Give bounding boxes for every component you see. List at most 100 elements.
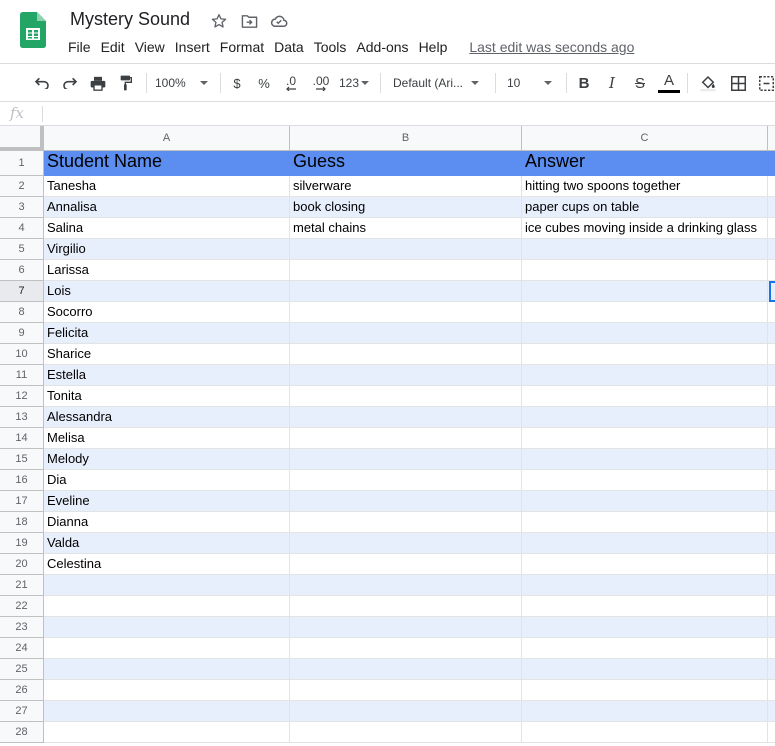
font-size-select[interactable]: 10 xyxy=(507,64,559,102)
grid-cell[interactable] xyxy=(44,659,290,680)
last-edit-link[interactable]: Last edit was seconds ago xyxy=(469,38,634,56)
grid-cell[interactable] xyxy=(768,617,775,638)
row-number[interactable]: 22 xyxy=(0,596,44,617)
grid-cell[interactable] xyxy=(522,680,768,701)
grid-cell[interactable]: Lois xyxy=(44,281,290,302)
print-icon[interactable] xyxy=(86,64,110,102)
formula-bar[interactable]: fx xyxy=(0,102,775,126)
row-number[interactable]: 21 xyxy=(0,575,44,596)
grid-cell[interactable]: Virgilio xyxy=(44,239,290,260)
grid-cell[interactable] xyxy=(290,617,522,638)
row-number[interactable]: 24 xyxy=(0,638,44,659)
grid-cell[interactable]: metal chains xyxy=(290,218,522,239)
row-number[interactable]: 27 xyxy=(0,701,44,722)
grid-cell[interactable] xyxy=(522,239,768,260)
grid-cell[interactable]: Valda xyxy=(44,533,290,554)
grid-cell[interactable] xyxy=(768,176,775,197)
grid-cell[interactable] xyxy=(768,659,775,680)
grid-cell[interactable] xyxy=(768,533,775,554)
grid-cell[interactable] xyxy=(522,365,768,386)
grid-cell[interactable] xyxy=(768,428,775,449)
menu-edit[interactable]: Edit xyxy=(101,38,133,56)
star-icon[interactable] xyxy=(209,11,229,31)
grid-cell[interactable] xyxy=(768,197,775,218)
grid-cell[interactable] xyxy=(44,680,290,701)
grid-cell[interactable] xyxy=(290,554,522,575)
redo-icon[interactable] xyxy=(58,64,82,102)
grid-cell[interactable]: Alessandra xyxy=(44,407,290,428)
grid-cell[interactable] xyxy=(44,575,290,596)
sheets-logo-icon[interactable] xyxy=(20,12,46,48)
grid-cell[interactable] xyxy=(290,386,522,407)
header-cell[interactable]: Answer xyxy=(522,151,768,176)
grid-cell[interactable] xyxy=(290,722,522,743)
grid-cell[interactable] xyxy=(768,701,775,722)
grid-cell[interactable] xyxy=(768,323,775,344)
row-number[interactable]: 1 xyxy=(0,151,44,176)
move-folder-icon[interactable] xyxy=(239,11,259,31)
row-number[interactable]: 4 xyxy=(0,218,44,239)
row-number[interactable]: 18 xyxy=(0,512,44,533)
grid-cell[interactable]: Estella xyxy=(44,365,290,386)
grid-cell[interactable] xyxy=(290,260,522,281)
menu-file[interactable]: File xyxy=(68,38,99,56)
zoom-select[interactable]: 100% xyxy=(155,64,213,102)
row-number[interactable]: 15 xyxy=(0,449,44,470)
grid-cell[interactable]: Larissa xyxy=(44,260,290,281)
grid-cell[interactable] xyxy=(44,638,290,659)
grid-cell[interactable] xyxy=(768,554,775,575)
grid-cell[interactable]: Dia xyxy=(44,470,290,491)
grid-cell[interactable] xyxy=(768,575,775,596)
grid-cell[interactable]: Eveline xyxy=(44,491,290,512)
row-number[interactable]: 12 xyxy=(0,386,44,407)
grid-cell[interactable] xyxy=(290,323,522,344)
row-number[interactable]: 14 xyxy=(0,428,44,449)
grid-cell[interactable] xyxy=(522,638,768,659)
grid-cell[interactable] xyxy=(290,449,522,470)
grid-cell[interactable] xyxy=(290,428,522,449)
grid-cell[interactable] xyxy=(522,575,768,596)
grid-cell[interactable]: Dianna xyxy=(44,512,290,533)
select-all-corner[interactable] xyxy=(0,126,44,151)
grid-cell[interactable] xyxy=(522,428,768,449)
grid-cell[interactable] xyxy=(522,449,768,470)
grid-cell[interactable]: Salina xyxy=(44,218,290,239)
row-number[interactable]: 8 xyxy=(0,302,44,323)
more-formats-button[interactable]: 123 xyxy=(338,64,370,102)
menu-insert[interactable]: Insert xyxy=(175,38,218,56)
grid-cell[interactable] xyxy=(290,470,522,491)
grid-cell[interactable]: hitting two spoons together xyxy=(522,176,768,197)
grid-cell[interactable] xyxy=(768,722,775,743)
borders-icon[interactable] xyxy=(728,64,748,102)
undo-icon[interactable] xyxy=(30,64,54,102)
grid-cell[interactable] xyxy=(290,659,522,680)
spreadsheet-grid[interactable]: A B C 1 Student Name Guess Answer 2 Tanesha si… xyxy=(0,126,775,746)
grid-cell[interactable] xyxy=(290,302,522,323)
grid-cell[interactable] xyxy=(522,512,768,533)
italic-button[interactable]: I xyxy=(602,64,622,102)
grid-cell[interactable]: Felicita xyxy=(44,323,290,344)
grid-cell[interactable] xyxy=(290,281,522,302)
paint-format-icon[interactable] xyxy=(114,64,138,102)
row-number[interactable]: 9 xyxy=(0,323,44,344)
decrease-decimals-button[interactable]: .0 xyxy=(280,64,302,102)
grid-cell[interactable] xyxy=(290,701,522,722)
grid-cell[interactable] xyxy=(290,344,522,365)
grid-cell[interactable]: ice cubes moving inside a drinking glass xyxy=(522,218,768,239)
grid-cell[interactable] xyxy=(768,386,775,407)
row-number[interactable]: 11 xyxy=(0,365,44,386)
menu-data[interactable]: Data xyxy=(274,38,312,56)
grid-cell[interactable] xyxy=(290,680,522,701)
row-number[interactable]: 13 xyxy=(0,407,44,428)
grid-cell[interactable]: Melody xyxy=(44,449,290,470)
menu-view[interactable]: View xyxy=(135,38,173,56)
row-number[interactable]: 17 xyxy=(0,491,44,512)
row-number[interactable]: 16 xyxy=(0,470,44,491)
grid-cell[interactable] xyxy=(522,260,768,281)
grid-cell[interactable] xyxy=(768,239,775,260)
row-number[interactable]: 20 xyxy=(0,554,44,575)
grid-cell[interactable] xyxy=(290,575,522,596)
menu-format[interactable]: Format xyxy=(220,38,272,56)
grid-cell[interactable] xyxy=(290,596,522,617)
grid-cell[interactable] xyxy=(768,302,775,323)
